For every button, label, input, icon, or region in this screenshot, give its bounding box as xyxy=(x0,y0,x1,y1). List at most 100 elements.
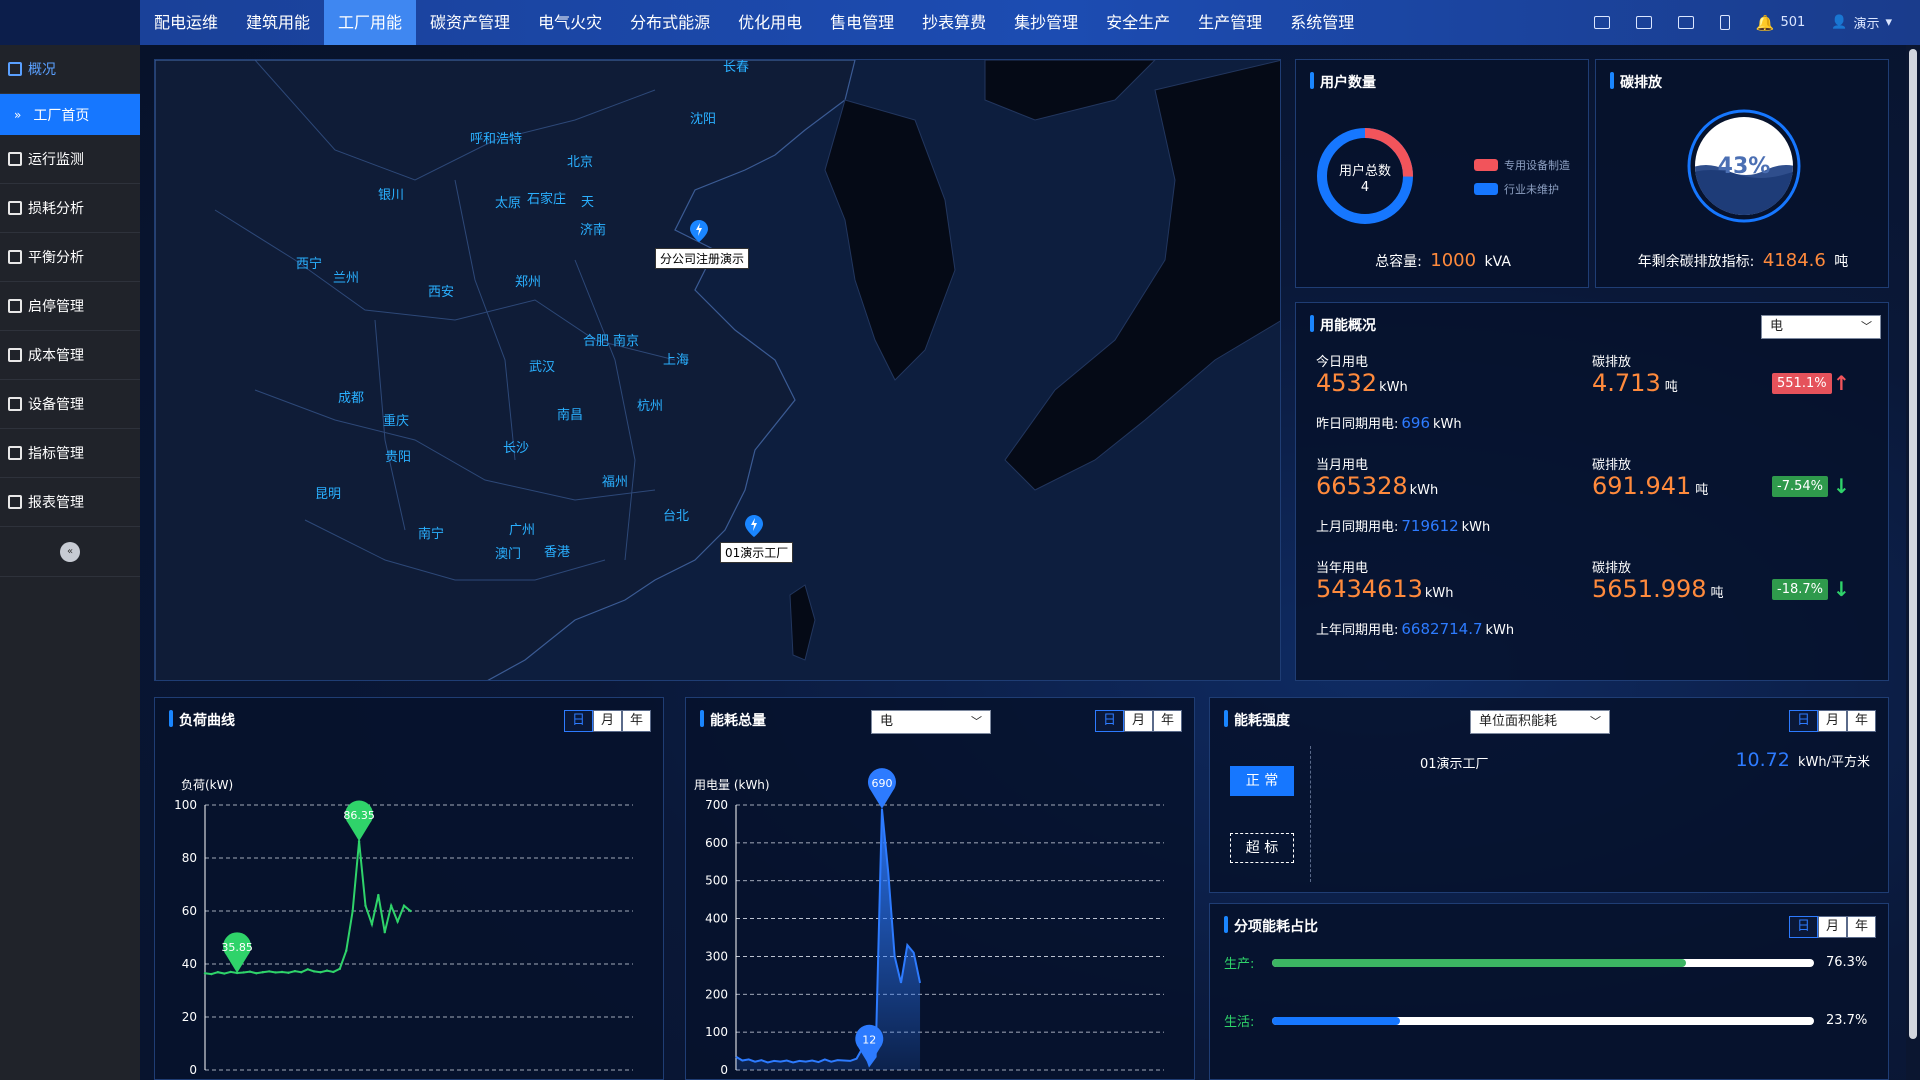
share-value: 76.3% xyxy=(1826,955,1868,970)
tab-day[interactable]: 日 xyxy=(1789,710,1818,732)
sidebar-subitem-factory-home[interactable]: » 工厂首页 xyxy=(0,94,140,135)
marker-label[interactable]: 01演示工厂 xyxy=(720,542,794,563)
y-tick-label: 700 xyxy=(705,798,728,812)
y-tick-label: 0 xyxy=(720,1063,728,1077)
load-point xyxy=(325,969,329,972)
user-menu[interactable]: 👤 演示 ▾ xyxy=(1831,13,1892,32)
legend-item: 专用设备制造 xyxy=(1474,157,1570,173)
city-label: 太原 xyxy=(495,196,522,211)
carbon-label: 碳排放 xyxy=(1592,355,1632,370)
city-label: 银川 xyxy=(378,188,405,203)
tab-year[interactable]: 年 xyxy=(1847,710,1876,732)
nav-item[interactable]: 碳资产管理 xyxy=(416,0,524,45)
city-label: 天 xyxy=(581,195,595,210)
mobile-icon[interactable] xyxy=(1719,15,1730,30)
capacity-value: 1000 xyxy=(1430,250,1477,271)
user-name: 演示 xyxy=(1853,17,1880,32)
tab-year[interactable]: 年 xyxy=(1847,916,1876,938)
period-tabs: 日 月 年 xyxy=(1789,916,1876,938)
energy-type-select[interactable]: 电 ﹀ xyxy=(1761,315,1881,339)
share-label: 生产: xyxy=(1224,957,1255,972)
notification-bell[interactable]: 🔔 501 xyxy=(1756,14,1806,32)
sidebar-item[interactable]: 概况 xyxy=(0,45,140,94)
usage-value: 5434613 xyxy=(1316,575,1423,603)
sidebar: 概况 » 工厂首页 运行监测 损耗分析 平衡分析 启停管理成本管理设备管理 指标管理报表管理 « xyxy=(0,45,140,1080)
city-label: 台北 xyxy=(663,509,690,524)
ring-label: 用户总数 xyxy=(1338,164,1391,179)
map-panel[interactable]: 长春 沈阳 呼和浩特 北京天 银川 太原 石家庄 济南 西宁 兰州 郑州 西安 合肥 南京 上海 武汉 成都 重庆… xyxy=(154,59,1281,681)
chart-icon[interactable] xyxy=(1635,16,1652,29)
load-point xyxy=(370,923,374,926)
menu-icon xyxy=(8,152,22,166)
load-point xyxy=(300,971,303,974)
share-label: 生活: xyxy=(1224,1015,1255,1030)
nav-item[interactable]: 生产管理 xyxy=(1184,0,1276,45)
tab-month[interactable]: 月 xyxy=(1818,710,1847,732)
sidebar-item[interactable]: 运行监测 xyxy=(0,135,140,184)
over-limit-button[interactable]: 超 标 xyxy=(1230,833,1294,863)
load-point xyxy=(338,967,342,970)
map-svg xyxy=(155,60,1280,680)
y-tick-label: 80 xyxy=(182,851,197,865)
bell-icon: 🔔 xyxy=(1755,13,1775,32)
load-point xyxy=(255,972,258,975)
sidebar-item[interactable]: 指标管理 xyxy=(0,429,140,478)
usage-label: 当年用电 xyxy=(1316,561,1369,576)
intensity-type-select[interactable]: 单位面积能耗 ﹀ xyxy=(1470,710,1610,734)
sidebar-item[interactable]: 平衡分析 xyxy=(0,233,140,282)
select-value: 单位面积能耗 xyxy=(1479,714,1558,729)
carbon-value: 4.713 xyxy=(1592,369,1661,397)
nav-item[interactable]: 电气火灾 xyxy=(524,0,616,45)
sidebar-item[interactable]: 损耗分析 xyxy=(0,184,140,233)
sidebar-item[interactable]: 设备管理 xyxy=(0,380,140,429)
peak-label: 35.85 xyxy=(221,941,253,954)
nav-item[interactable]: 集抄管理 xyxy=(1000,0,1092,45)
user-icon: 👤 xyxy=(1831,15,1848,30)
tab-month[interactable]: 月 xyxy=(1818,916,1847,938)
scrollbar-thumb[interactable] xyxy=(1909,49,1917,1039)
collapse-icon[interactable]: « xyxy=(60,541,80,562)
usage-label: 今日用电 xyxy=(1316,355,1369,370)
carbon-value-line: 4.713 吨 xyxy=(1592,369,1678,397)
compare-line: 昨日同期用电: 696 kWh xyxy=(1316,413,1462,432)
panel-title: 用能概况 xyxy=(1310,315,1376,335)
share-row: 生产: 76.3% xyxy=(1224,953,1871,972)
logo-area xyxy=(0,0,140,45)
period-tabs: 日 月 年 xyxy=(1789,710,1876,732)
nav-item[interactable]: 售电管理 xyxy=(816,0,908,45)
nav-item[interactable]: 工厂用能 xyxy=(324,0,417,45)
sidebar-item[interactable]: 成本管理 xyxy=(0,331,140,380)
tab-day[interactable]: 日 xyxy=(1789,916,1818,938)
city-label: 兰州 xyxy=(333,271,360,286)
energy-overview-panel: 用能概况 电 ﹀ 今日用电 4532 kWh 昨日同期用电: 696 kWh 碳排放 4… xyxy=(1295,302,1889,681)
y-tick-label: 100 xyxy=(705,1025,728,1039)
marker-pin-icon[interactable] xyxy=(745,515,763,537)
city-label: 成都 xyxy=(338,391,365,406)
nav-item[interactable]: 配电运维 xyxy=(140,0,232,45)
normal-button[interactable]: 正 常 xyxy=(1230,766,1294,796)
total-chart: 700 600 500 400 300 200 100 0 690 12 xyxy=(705,768,1164,1077)
marker-label[interactable]: 分公司注册演示 xyxy=(655,248,750,269)
fullscreen-icon[interactable] xyxy=(1677,16,1694,29)
load-point xyxy=(287,971,290,974)
page-scrollbar[interactable] xyxy=(1906,45,1920,1080)
sidebar-item[interactable]: 报表管理 xyxy=(0,478,140,527)
sidebar-item[interactable]: 启停管理 xyxy=(0,282,140,331)
nav-item[interactable]: 建筑用能 xyxy=(232,0,324,45)
city-label: 贵阳 xyxy=(385,450,412,465)
marker-pin-icon[interactable] xyxy=(690,220,708,242)
factory-name: 01演示工厂 xyxy=(1420,757,1489,772)
panel-title: 用户数量 xyxy=(1310,72,1376,92)
compare-unit: kWh xyxy=(1485,623,1515,638)
nav-item[interactable]: 安全生产 xyxy=(1092,0,1184,45)
nav-item[interactable]: 分布式能源 xyxy=(616,0,724,45)
load-point xyxy=(306,968,309,971)
sidebar-item-label: 成本管理 xyxy=(28,348,84,364)
sidebar-item-label: 报表管理 xyxy=(28,495,84,511)
nav-item[interactable]: 优化用电 xyxy=(724,0,816,45)
monitor-icon[interactable] xyxy=(1593,16,1610,29)
legend-swatch xyxy=(1474,183,1498,195)
usage-label: 当月用电 xyxy=(1316,458,1369,473)
nav-item[interactable]: 抄表算费 xyxy=(908,0,1000,45)
nav-item[interactable]: 系统管理 xyxy=(1276,0,1368,45)
